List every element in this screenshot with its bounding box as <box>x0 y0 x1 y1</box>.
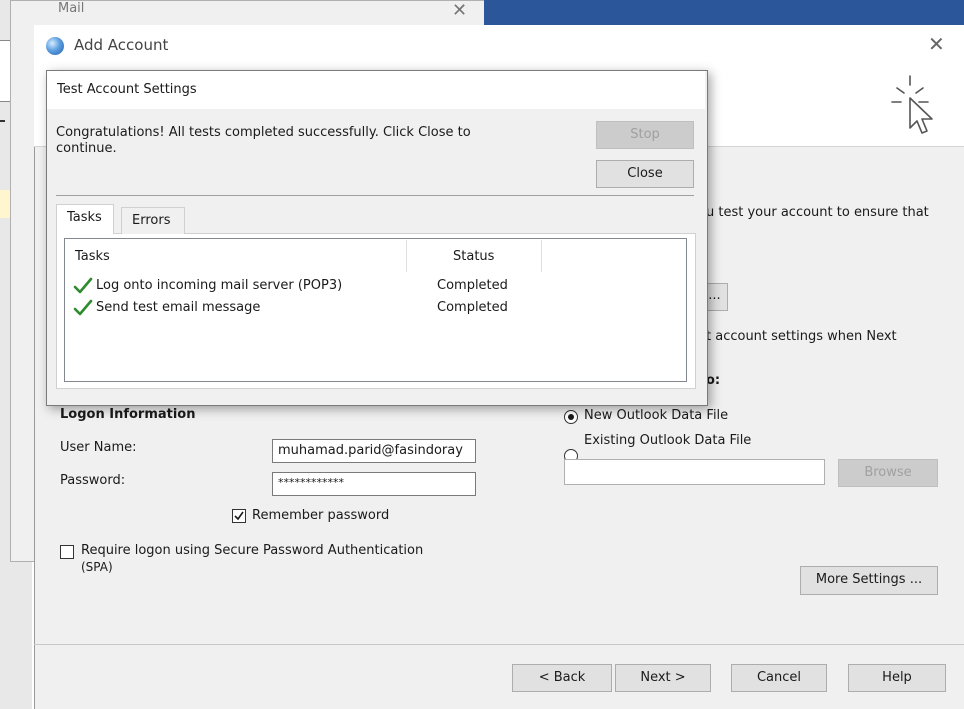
mail-close-icon[interactable]: ✕ <box>452 0 467 21</box>
spa-label-line1: Require logon using Secure Password Auth… <box>81 543 424 558</box>
close-icon[interactable]: ✕ <box>928 32 945 56</box>
test-dialog-separator <box>56 195 694 196</box>
cursor-click-icon <box>891 75 933 134</box>
close-button[interactable]: Close <box>596 160 694 188</box>
remember-password-checkbox[interactable] <box>232 509 246 523</box>
deliver-to-heading-fragment: o: <box>706 373 721 388</box>
new-data-file-radio[interactable] <box>564 410 578 424</box>
user-name-label: User Name: <box>60 440 137 455</box>
background-tick <box>0 120 5 122</box>
task-row-status: Completed <box>437 278 508 293</box>
test-account-settings-button-label: ... <box>708 288 721 303</box>
column-divider[interactable] <box>406 240 407 272</box>
wizard-description-fragment: u test your account to ensure that <box>706 205 929 220</box>
new-data-file-label: New Outlook Data File <box>584 408 729 423</box>
column-divider[interactable] <box>541 240 542 272</box>
password-input[interactable]: ************ <box>272 472 476 496</box>
tab-tasks[interactable]: Tasks <box>56 204 114 234</box>
tab-errors-label: Errors <box>132 213 171 228</box>
test-result-message-line2: continue. <box>56 141 117 156</box>
outlook-globe-icon <box>46 37 64 55</box>
spa-checkbox[interactable] <box>60 545 74 559</box>
tab-errors[interactable]: Errors <box>121 207 185 234</box>
logon-information-heading: Logon Information <box>60 407 196 422</box>
back-button[interactable]: < Back <box>512 664 612 692</box>
add-account-title: Add Account <box>74 36 169 54</box>
spa-label-line2: (SPA) <box>81 560 113 574</box>
more-settings-button[interactable]: More Settings ... <box>800 566 938 595</box>
add-account-titlebar: Add Account <box>34 25 964 67</box>
task-row-name: Send test email message <box>96 300 261 315</box>
browse-button[interactable]: Browse <box>838 459 938 487</box>
column-header-status[interactable]: Status <box>453 249 494 264</box>
cancel-button[interactable]: Cancel <box>731 664 827 692</box>
footer-separator <box>34 644 964 645</box>
auto-test-option-fragment: t account settings when Next <box>706 329 897 344</box>
test-result-message-line1: Congratulations! All tests completed suc… <box>56 125 471 140</box>
checkmark-icon <box>234 511 244 521</box>
task-row-status: Completed <box>437 300 508 315</box>
next-button[interactable]: Next > <box>615 664 711 692</box>
user-name-input[interactable]: muhamad.parid@fasindoray <box>272 439 476 463</box>
data-file-path-input[interactable] <box>564 459 825 485</box>
tab-tasks-label: Tasks <box>67 210 102 225</box>
existing-data-file-label: Existing Outlook Data File <box>584 433 752 448</box>
mail-window-title: Mail <box>58 1 85 16</box>
task-row-name: Log onto incoming mail server (POP3) <box>96 278 343 293</box>
success-check-icon <box>73 277 93 294</box>
remember-password-label: Remember password <box>252 508 390 523</box>
test-dialog-title: Test Account Settings <box>57 82 197 97</box>
test-result-message: Congratulations! All tests completed suc… <box>56 125 556 157</box>
password-label: Password: <box>60 473 126 488</box>
help-button[interactable]: Help <box>848 664 946 692</box>
column-header-tasks[interactable]: Tasks <box>75 249 110 264</box>
success-check-icon <box>73 299 93 316</box>
spa-label: Require logon using Secure Password Auth… <box>81 543 423 575</box>
background-app-bar <box>484 0 964 25</box>
mail-window-titlebar: Mail <box>36 0 476 24</box>
stop-button[interactable]: Stop <box>596 121 694 149</box>
test-dialog-titlebar: Test Account Settings <box>47 71 705 109</box>
